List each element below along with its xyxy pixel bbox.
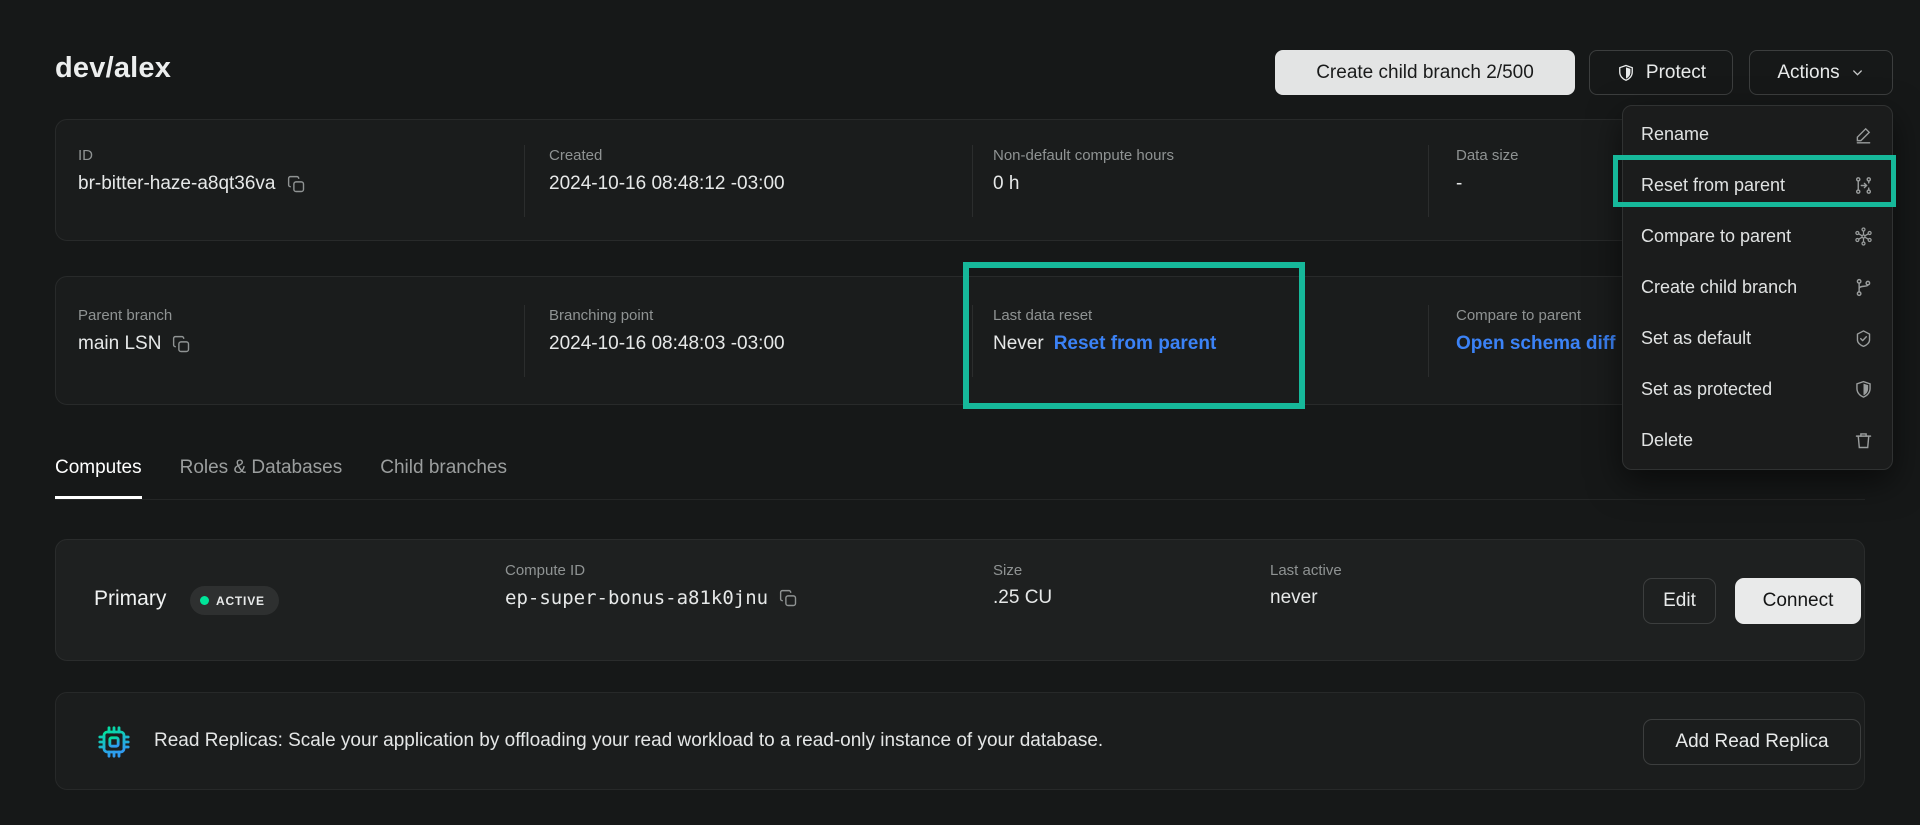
field-branching-point: Branching point 2024-10-16 08:48:03 -03:… <box>549 307 785 355</box>
field-compute-id: Compute ID ep-super-bonus-a81k0jnu <box>505 562 799 609</box>
menu-item-rename[interactable]: Rename <box>1623 109 1892 160</box>
divider <box>972 145 973 217</box>
chip-icon <box>94 722 134 762</box>
field-id-label: ID <box>78 147 307 164</box>
menu-item-delete-label: Delete <box>1641 430 1693 451</box>
menu-item-set-as-default-label: Set as default <box>1641 328 1751 349</box>
tab-child-branches[interactable]: Child branches <box>380 457 507 499</box>
field-compute-id-label: Compute ID <box>505 562 799 579</box>
field-last-active: Last active never <box>1270 562 1342 609</box>
field-id: ID br-bitter-haze-a8qt36va <box>78 147 307 195</box>
field-compare-to-parent: Compare to parent Open schema diff <box>1456 307 1615 355</box>
menu-item-delete[interactable]: Delete <box>1623 415 1892 466</box>
edit-button[interactable]: Edit <box>1643 578 1716 624</box>
field-compute-hours-label: Non-default compute hours <box>993 147 1174 164</box>
menu-item-create-child-branch[interactable]: Create child branch <box>1623 262 1892 313</box>
field-parent-branch-value: main LSN <box>78 333 161 355</box>
tab-computes[interactable]: Computes <box>55 457 142 499</box>
field-data-size: Data size - <box>1456 147 1519 195</box>
add-read-replica-label: Add Read Replica <box>1675 731 1828 753</box>
compute-name: Primary <box>94 587 166 611</box>
field-size: Size .25 CU <box>993 562 1052 609</box>
field-compute-id-value: ep-super-bonus-a81k0jnu <box>505 587 768 609</box>
divider <box>1428 305 1429 377</box>
branch-info-card: ID br-bitter-haze-a8qt36va Created 2024-… <box>55 119 1865 241</box>
status-badge-label: ACTIVE <box>216 594 265 608</box>
menu-item-set-as-default[interactable]: Set as default <box>1623 313 1892 364</box>
parent-info-card: Parent branch main LSN Branching point 2… <box>55 276 1865 405</box>
status-badge: ACTIVE <box>190 586 279 615</box>
divider <box>524 305 525 377</box>
copy-icon[interactable] <box>778 588 799 609</box>
compute-row: Primary ACTIVE Compute ID ep-super-bonus… <box>55 539 1865 661</box>
add-read-replica-button[interactable]: Add Read Replica <box>1643 719 1861 765</box>
page-title: dev/alex <box>55 52 171 85</box>
pencil-icon <box>1853 124 1874 145</box>
connect-label: Connect <box>1763 590 1834 612</box>
branch-icon <box>1853 277 1874 298</box>
edit-label: Edit <box>1663 590 1696 612</box>
field-last-active-value: never <box>1270 587 1318 609</box>
branch-page: dev/alex Create child branch 2/500 Prote… <box>0 0 1920 825</box>
actions-label: Actions <box>1777 62 1839 84</box>
menu-item-set-as-protected[interactable]: Set as protected <box>1623 364 1892 415</box>
active-dot-icon <box>200 596 209 605</box>
field-created-label: Created <box>549 147 785 164</box>
field-created-value: 2024-10-16 08:48:12 -03:00 <box>549 173 785 195</box>
menu-item-compare-to-parent-label: Compare to parent <box>1641 226 1791 247</box>
field-compare-to-parent-label: Compare to parent <box>1456 307 1615 324</box>
copy-icon[interactable] <box>286 174 307 195</box>
compare-icon <box>1853 226 1874 247</box>
protect-button[interactable]: Protect <box>1589 50 1733 95</box>
read-replica-banner: Read Replicas: Scale your application by… <box>55 692 1865 790</box>
tab-roles-databases[interactable]: Roles & Databases <box>180 457 343 499</box>
protect-label: Protect <box>1646 62 1706 84</box>
trash-icon <box>1853 430 1874 451</box>
field-id-value: br-bitter-haze-a8qt36va <box>78 173 276 195</box>
field-data-size-value: - <box>1456 173 1462 195</box>
create-child-branch-label: Create child branch 2/500 <box>1316 62 1534 84</box>
menu-item-compare-to-parent[interactable]: Compare to parent <box>1623 211 1892 262</box>
field-parent-branch: Parent branch main LSN <box>78 307 192 355</box>
field-compute-hours-value: 0 h <box>993 173 1019 195</box>
menu-item-rename-label: Rename <box>1641 124 1709 145</box>
divider <box>1428 145 1429 217</box>
field-compute-hours: Non-default compute hours 0 h <box>993 147 1174 195</box>
open-schema-diff-link[interactable]: Open schema diff <box>1456 333 1615 355</box>
field-size-label: Size <box>993 562 1052 579</box>
copy-icon[interactable] <box>171 334 192 355</box>
read-replica-description: Read Replicas: Scale your application by… <box>154 730 1103 752</box>
badge-check-icon <box>1853 328 1874 349</box>
highlight-box-reset-from-parent <box>1613 155 1896 207</box>
field-last-active-label: Last active <box>1270 562 1342 579</box>
tab-bar: Computes Roles & Databases Child branche… <box>55 457 1865 500</box>
actions-button[interactable]: Actions <box>1749 50 1893 95</box>
menu-item-create-child-branch-label: Create child branch <box>1641 277 1797 298</box>
create-child-branch-button[interactable]: Create child branch 2/500 <box>1275 50 1575 95</box>
field-branching-point-label: Branching point <box>549 307 785 324</box>
field-size-value: .25 CU <box>993 587 1052 609</box>
field-parent-branch-label: Parent branch <box>78 307 192 324</box>
shield-icon <box>1616 63 1636 83</box>
divider <box>524 145 525 217</box>
field-data-size-label: Data size <box>1456 147 1519 164</box>
chevron-down-icon <box>1850 65 1865 80</box>
menu-item-set-as-protected-label: Set as protected <box>1641 379 1772 400</box>
highlight-box-last-data-reset <box>963 262 1305 409</box>
field-branching-point-value: 2024-10-16 08:48:03 -03:00 <box>549 333 785 355</box>
shield-icon <box>1853 379 1874 400</box>
field-created: Created 2024-10-16 08:48:12 -03:00 <box>549 147 785 195</box>
connect-button[interactable]: Connect <box>1735 578 1861 624</box>
